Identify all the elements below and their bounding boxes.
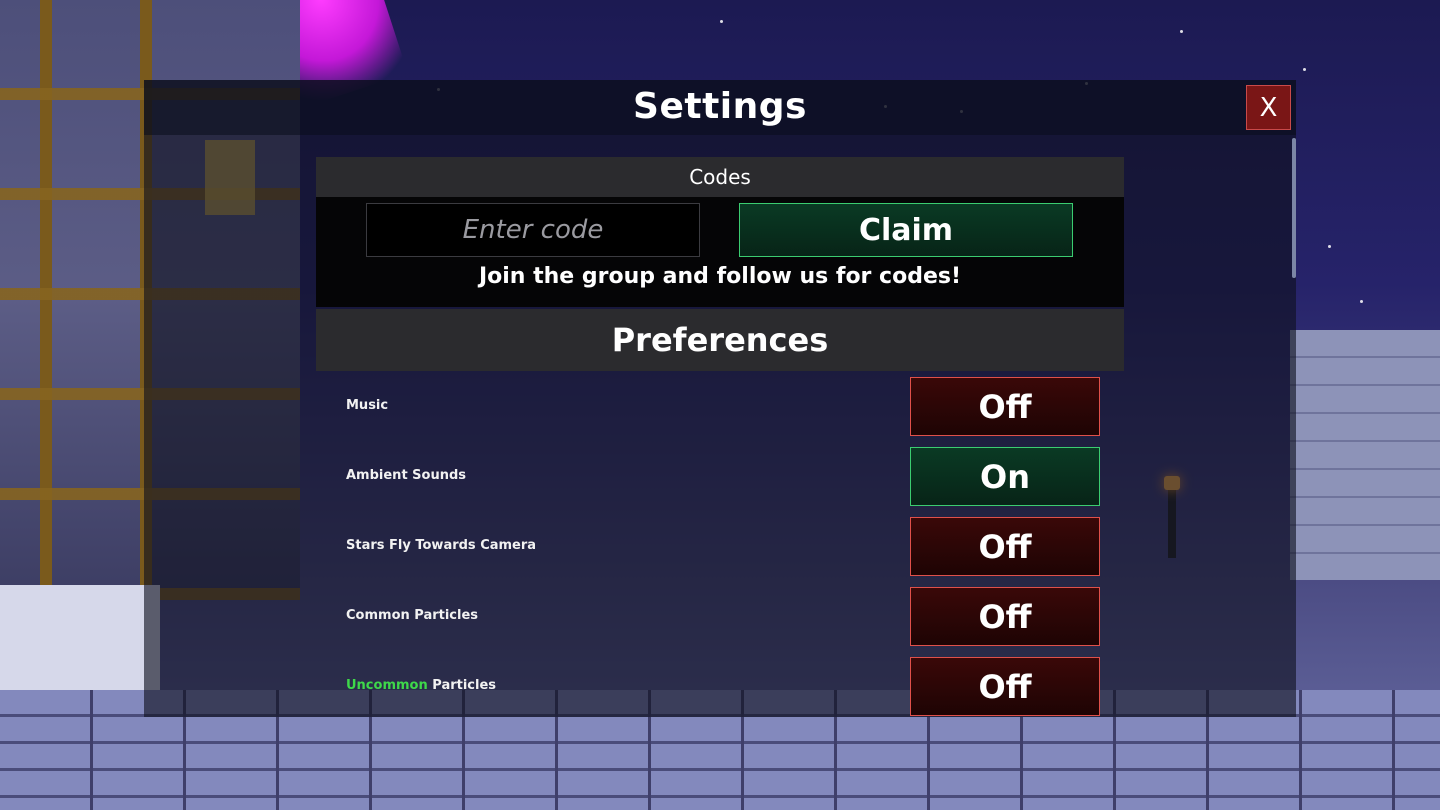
pref-label-rest: Particles — [427, 678, 497, 693]
pref-row-music: Music Off — [316, 371, 1124, 441]
stone-wall — [1290, 330, 1440, 580]
star — [1328, 245, 1331, 248]
scrollbar[interactable] — [1292, 138, 1296, 278]
pref-label: Common Particles — [346, 608, 479, 623]
pref-label: Music — [346, 398, 389, 413]
pref-label: Stars Fly Towards Camera — [346, 538, 537, 553]
preferences-header-label: Preferences — [611, 321, 829, 359]
pref-row-uncommon-particles: Uncommon Particles Off — [316, 651, 1124, 717]
ambient-sounds-toggle[interactable]: On — [910, 447, 1100, 506]
codes-section: Claim Join the group and follow us for c… — [316, 197, 1124, 307]
pref-row-stars-fly: Stars Fly Towards Camera Off — [316, 511, 1124, 581]
settings-panel: Codes Claim Join the group and follow us… — [316, 157, 1124, 717]
stars-fly-toggle[interactable]: Off — [910, 517, 1100, 576]
settings-window: Settings X Codes Claim Join the group an… — [144, 80, 1296, 717]
code-input[interactable] — [366, 203, 700, 257]
uncommon-particles-toggle[interactable]: Off — [910, 657, 1100, 716]
rarity-highlight: Uncommon — [346, 678, 428, 693]
codes-hint-text: Join the group and follow us for codes! — [478, 264, 962, 289]
window-header: Settings X — [144, 80, 1296, 135]
claim-button[interactable]: Claim — [739, 203, 1073, 257]
pref-label: Uncommon Particles — [346, 651, 496, 717]
common-particles-toggle[interactable]: Off — [910, 587, 1100, 646]
star — [720, 20, 723, 23]
codes-header-label: Codes — [689, 165, 751, 189]
snow-patch — [0, 585, 160, 695]
pref-row-common-particles: Common Particles Off — [316, 581, 1124, 651]
music-toggle[interactable]: Off — [910, 377, 1100, 436]
pref-label: Ambient Sounds — [346, 468, 467, 483]
star — [1360, 300, 1363, 303]
window-title: Settings — [633, 86, 807, 127]
codes-section-header: Codes — [316, 157, 1124, 197]
preferences-section-header: Preferences — [316, 309, 1124, 371]
star — [1180, 30, 1183, 33]
star — [1303, 68, 1306, 71]
pref-row-ambient-sounds: Ambient Sounds On — [316, 441, 1124, 511]
close-button[interactable]: X — [1246, 85, 1291, 130]
